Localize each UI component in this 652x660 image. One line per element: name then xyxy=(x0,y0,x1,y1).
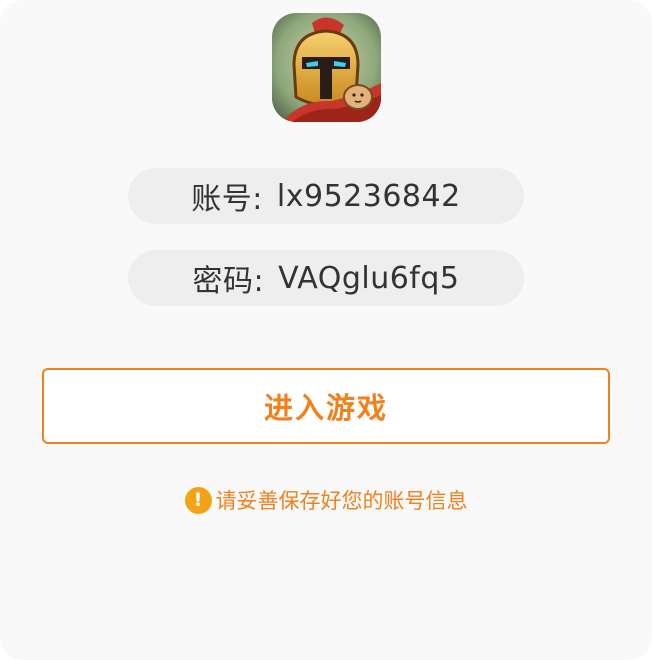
warning-icon: ! xyxy=(184,486,212,514)
password-field[interactable]: 密码: VAQglu6fq5 xyxy=(128,250,524,306)
account-info-dialog: 账号: lx95236842 密码: VAQglu6fq5 进入游戏 ! 请妥善… xyxy=(0,0,652,660)
password-label: 密码: xyxy=(192,264,265,299)
notice-text: 请妥善保存好您的账号信息 xyxy=(215,489,468,513)
app-icon xyxy=(272,13,381,122)
account-field[interactable]: 账号: lx95236842 xyxy=(128,168,524,224)
save-info-notice: ! 请妥善保存好您的账号信息 xyxy=(0,484,652,516)
account-label: 账号: xyxy=(191,182,263,217)
password-value: VAQglu6fq5 xyxy=(278,260,460,296)
account-value: lx95236842 xyxy=(276,178,461,214)
enter-game-button[interactable]: 进入游戏 xyxy=(42,368,610,444)
